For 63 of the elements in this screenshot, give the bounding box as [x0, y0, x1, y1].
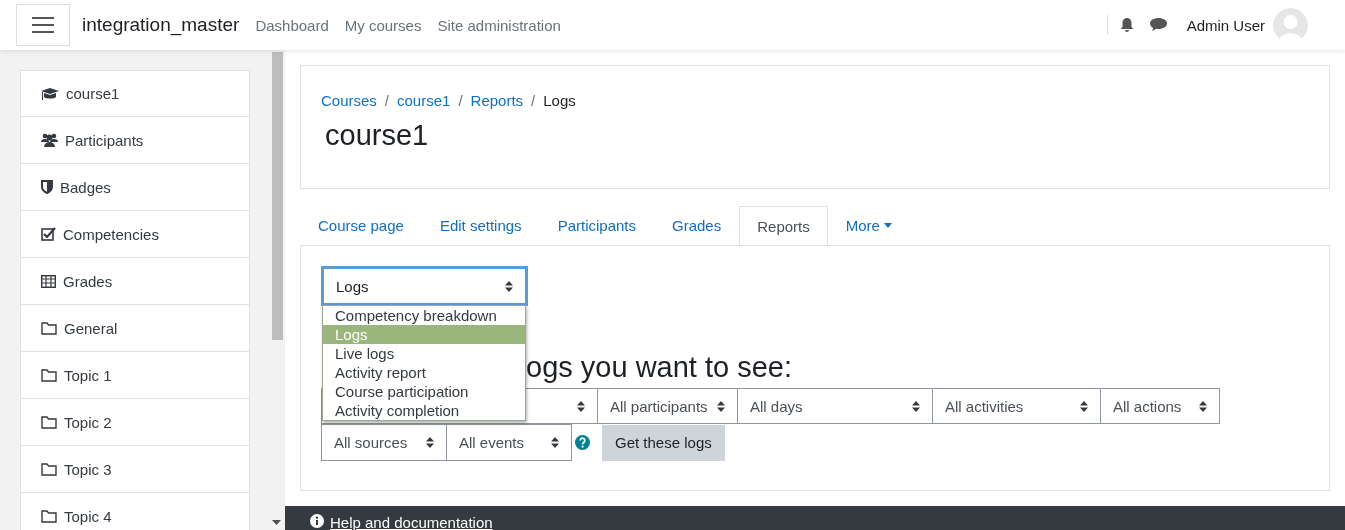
nav-link[interactable]: My courses	[344, 16, 422, 34]
folder-icon	[41, 509, 57, 523]
scroll-down-icon[interactable]	[272, 520, 281, 525]
dropdown-option[interactable]: Course participation	[323, 382, 525, 401]
chat-icon[interactable]	[1149, 18, 1167, 32]
dropdown-option[interactable]: Live logs	[323, 344, 525, 363]
breadcrumb-separator: /	[531, 92, 536, 109]
sort-icon	[1080, 400, 1088, 412]
page-title: course1	[325, 119, 430, 152]
sort-icon	[1199, 400, 1207, 412]
filter-select[interactable]: All sources	[321, 424, 447, 461]
sidebar-item[interactable]: Topic 2	[20, 399, 250, 446]
report-select[interactable]: Logs	[321, 266, 528, 306]
user-name[interactable]: Admin User	[1186, 16, 1265, 34]
sidebar-item[interactable]: Topic 1	[20, 352, 250, 399]
dropdown-option[interactable]: Activity completion	[323, 401, 525, 420]
shield-icon	[41, 180, 53, 194]
sidebar-item[interactable]: Topic 3	[20, 446, 250, 493]
sort-icon	[912, 400, 920, 412]
scrollbar-thumb[interactable]	[271, 52, 283, 340]
folder-icon	[41, 321, 57, 335]
folder-icon	[41, 368, 57, 382]
table-icon	[41, 274, 56, 288]
folder-icon	[41, 462, 57, 476]
get-logs-button[interactable]: Get these logs	[602, 424, 725, 461]
sidebar-item[interactable]: course1	[20, 70, 250, 117]
graduation-cap-icon	[41, 86, 59, 101]
folder-icon	[41, 415, 57, 429]
sort-icon	[551, 437, 559, 448]
sidebar-item[interactable]: Competencies	[20, 211, 250, 258]
sort-icon	[577, 400, 585, 412]
filter-select[interactable]: All days	[737, 388, 933, 424]
nav-link[interactable]: Site administration	[437, 16, 561, 34]
users-icon	[41, 133, 58, 147]
dropdown-option[interactable]: Activity report	[323, 363, 525, 382]
sort-icon	[505, 280, 513, 292]
breadcrumb-link[interactable]: Courses	[321, 92, 377, 109]
sidebar-item[interactable]: Grades	[20, 258, 250, 305]
filter-select[interactable]: All participants	[597, 388, 738, 424]
help-icon[interactable]	[575, 435, 590, 450]
breadcrumb-separator: /	[458, 92, 463, 109]
filter-select[interactable]: All actions	[1100, 388, 1220, 424]
sort-icon	[717, 400, 725, 412]
filter-select[interactable]: All events	[446, 424, 572, 461]
dropdown-option[interactable]: Competency breakdown	[323, 306, 525, 325]
breadcrumb-link[interactable]: Reports	[470, 92, 524, 109]
bell-icon[interactable]	[1119, 17, 1134, 33]
sidebar-item[interactable]: Participants	[20, 117, 250, 164]
checkbox-icon	[41, 227, 56, 241]
menu-button[interactable]	[16, 4, 70, 46]
site-name[interactable]: integration_master	[82, 14, 240, 36]
sidebar-item[interactable]: General	[20, 305, 250, 352]
sort-icon	[426, 437, 434, 448]
sidebar-item[interactable]: Topic 4	[20, 493, 250, 530]
tab[interactable]: Reports	[739, 206, 828, 246]
breadcrumb-link[interactable]: course1	[397, 92, 451, 109]
breadcrumb-current[interactable]: Logs	[543, 92, 576, 109]
filter-select[interactable]: All activities	[932, 388, 1101, 424]
menu-icon	[32, 17, 54, 33]
nav-link[interactable]: Dashboard	[255, 16, 329, 34]
sidebar-item[interactable]: Badges	[20, 164, 250, 211]
breadcrumb-separator: /	[384, 92, 390, 109]
section-heading: ogs you want to see:	[526, 350, 793, 385]
